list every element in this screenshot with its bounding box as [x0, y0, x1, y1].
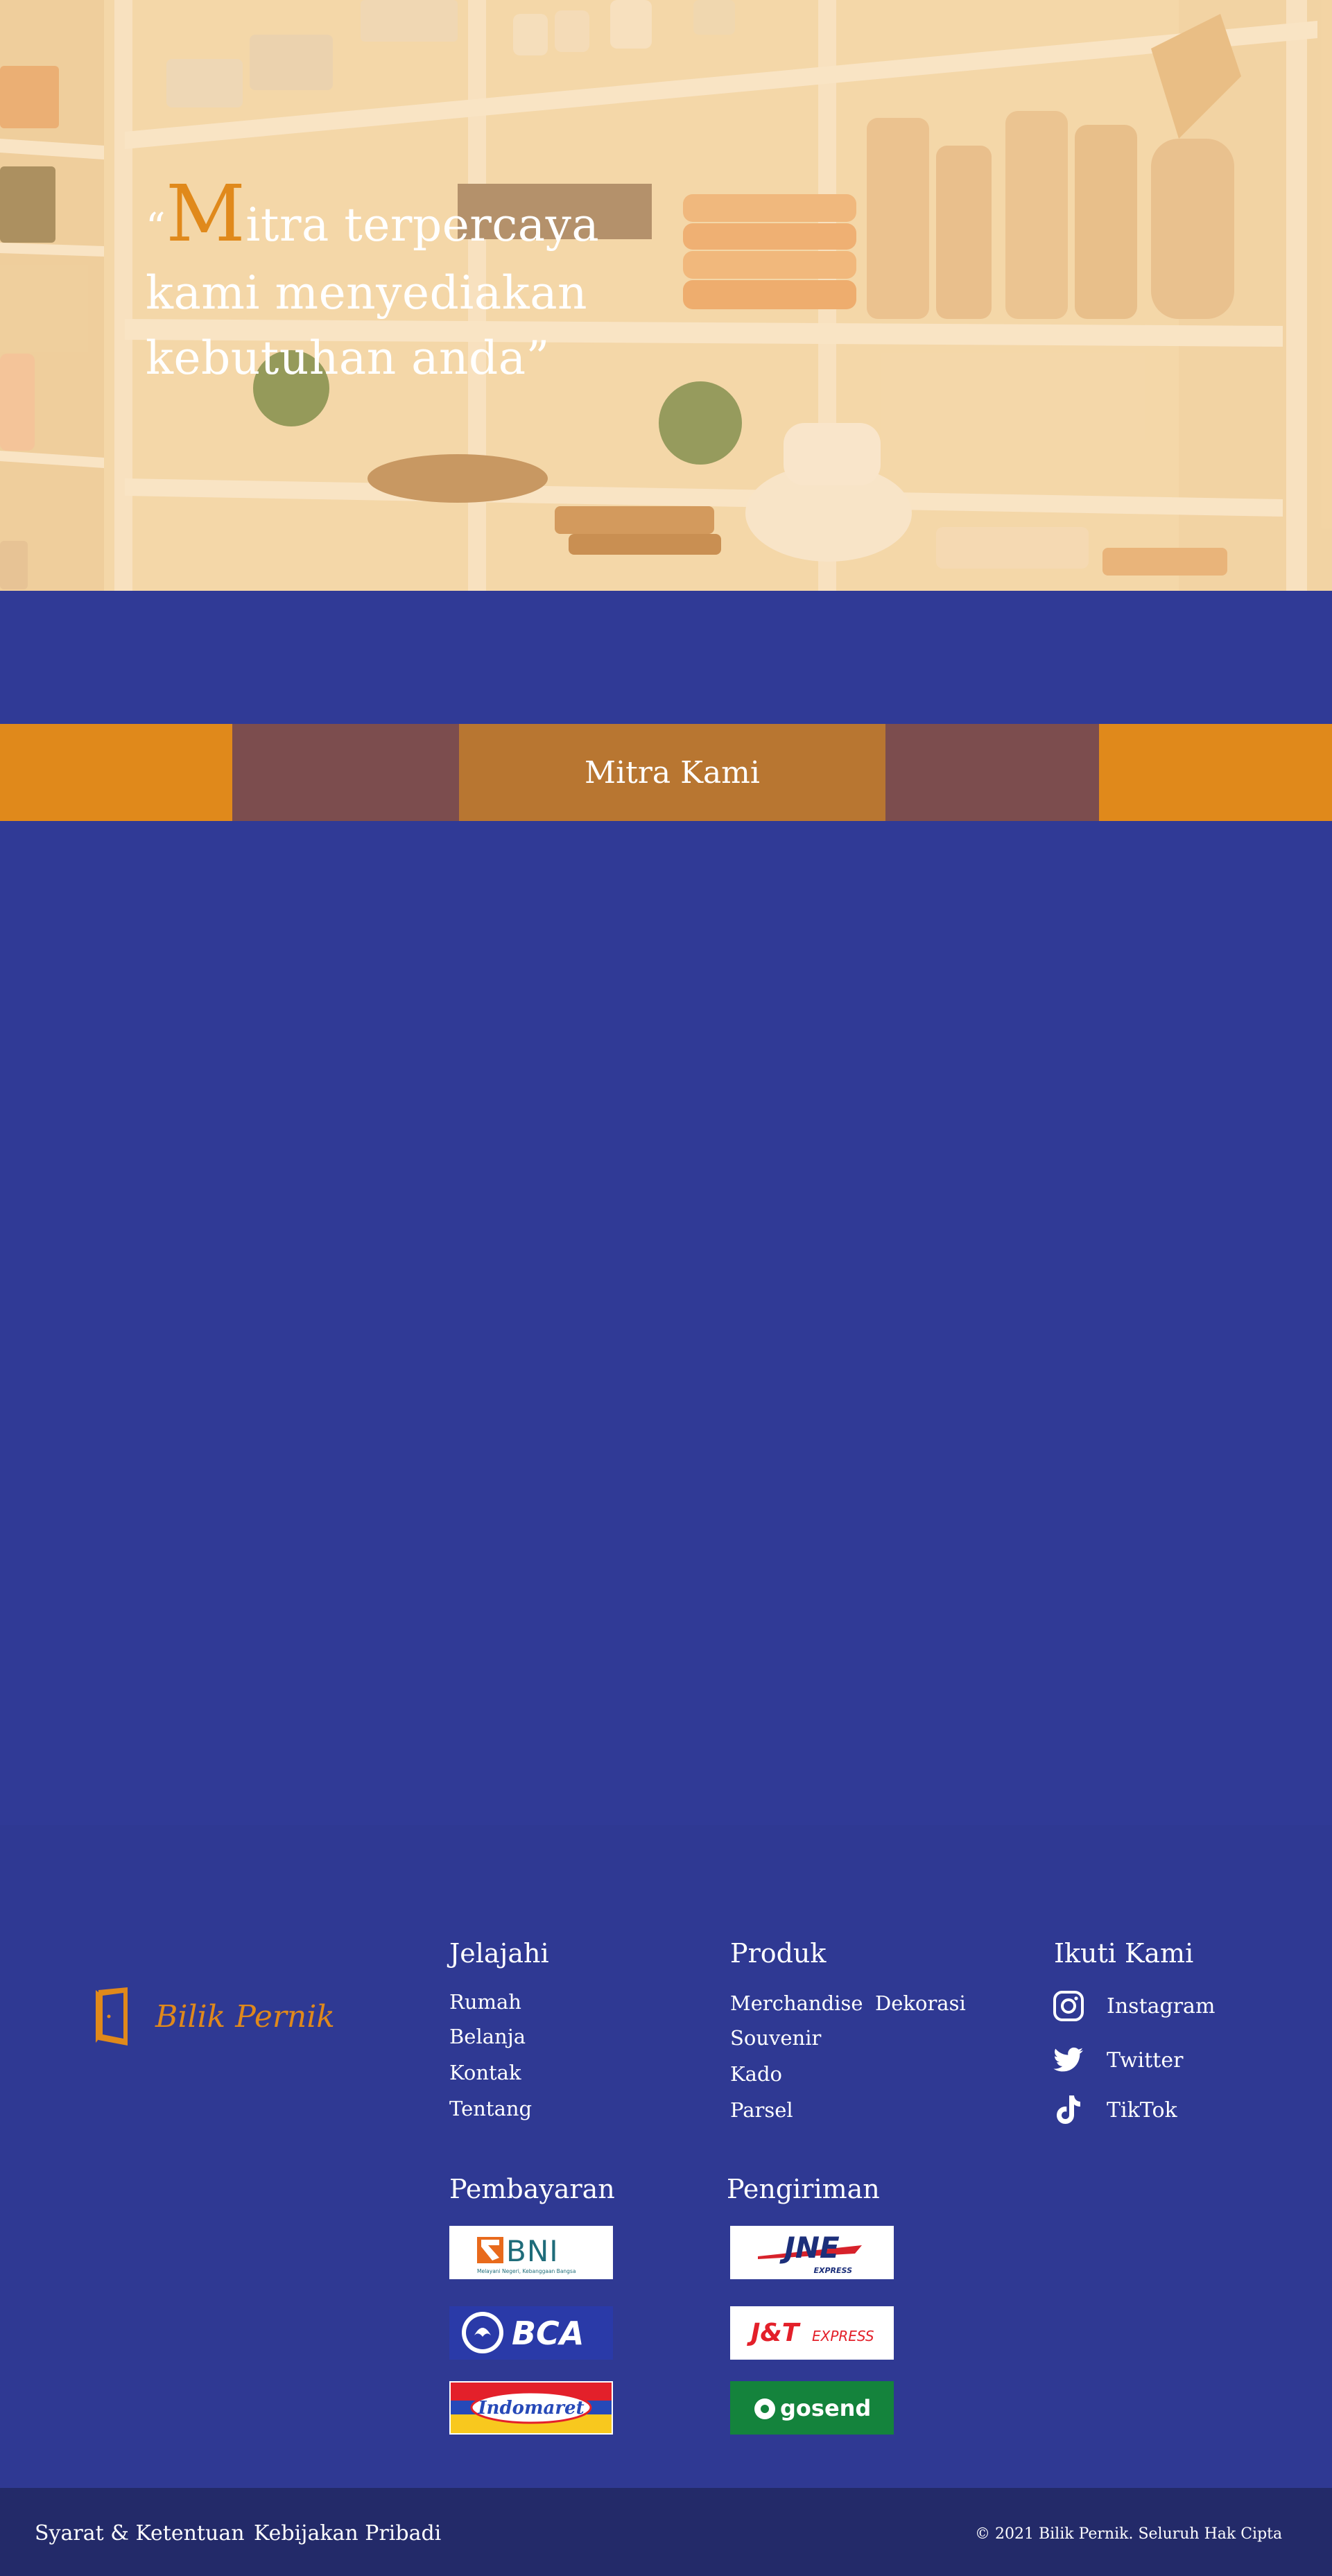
jne-logo-icon: JNE EXPRESS: [758, 2231, 862, 2275]
hero-quote: “Mitra terpercaya kami menyediakan kebut…: [146, 175, 631, 391]
footer: [0, 1825, 1332, 2488]
band-segment-brown-right: [885, 724, 1099, 821]
payment-title: Pembayaran: [449, 2174, 615, 2204]
explore-link-home[interactable]: Rumah: [449, 1990, 521, 2014]
products-title: Produk: [730, 1938, 827, 1969]
svg-text:BCA: BCA: [512, 2315, 584, 2352]
svg-text:JNE: JNE: [779, 2231, 840, 2265]
svg-text:EXPRESS: EXPRESS: [812, 2328, 874, 2344]
svg-text:BNI: BNI: [506, 2234, 559, 2268]
explore-title: Jelajahi: [449, 1938, 549, 1969]
social-twitter-label: Twitter: [1107, 2048, 1184, 2073]
bca-logo-icon: BCA: [455, 2309, 607, 2357]
jnt-logo-icon: J&T EXPRESS: [747, 2319, 874, 2347]
door-logo-icon: [96, 1987, 128, 2046]
partners-title: Mitra Kami: [459, 724, 885, 821]
tiktok-icon: [1057, 2095, 1080, 2124]
svg-text:gosend: gosend: [780, 2395, 871, 2421]
twitter-icon: [1053, 2047, 1083, 2072]
svg-text:Indomaret: Indomaret: [477, 2398, 584, 2419]
brand-name: Bilik Pernik: [155, 1998, 335, 2034]
follow-title: Ikuti Kami: [1054, 1938, 1194, 1969]
explore-link-about[interactable]: Tentang: [449, 2097, 532, 2120]
shipping-gosend-logo: gosend: [730, 2381, 894, 2435]
quote-line-3: kebutuhan anda”: [146, 331, 550, 385]
product-link-merchandise[interactable]: Merchandise: [730, 1991, 863, 2015]
quote-line-2: kami menyediakan: [146, 266, 588, 320]
quote-line-1: itra terpercaya: [245, 198, 600, 252]
quote-dropcap: M: [166, 169, 246, 259]
svg-text:EXPRESS: EXPRESS: [814, 2266, 853, 2275]
brand-logo[interactable]: Bilik Pernik: [96, 1987, 335, 2046]
product-link-parcel[interactable]: Parsel: [730, 2098, 793, 2122]
product-link-souvenir[interactable]: Souvenir: [730, 2026, 821, 2050]
payment-indomaret-logo: Indomaret: [449, 2381, 613, 2435]
shipping-jnt-logo: J&T EXPRESS: [730, 2306, 894, 2360]
band-segment-orange-right: [1099, 724, 1332, 821]
indomaret-logo-icon: Indomaret: [449, 2381, 613, 2435]
bni-logo-icon: BNI Melayani Negeri, Kebanggaan Bangsa: [477, 2234, 576, 2274]
copyright-text: © 2021 Bilik Pernik. Seluruh Hak Cipta: [975, 2525, 1283, 2543]
social-instagram[interactable]: Instagram: [1053, 1990, 1215, 2022]
payment-bni-logo: BNI Melayani Negeri, Kebanggaan Bangsa: [449, 2226, 613, 2279]
band-segment-brown-left: [232, 724, 459, 821]
hero-banner: “Mitra terpercaya kami menyediakan kebut…: [0, 0, 1332, 591]
product-link-decoration[interactable]: Dekorasi: [875, 1991, 966, 2015]
shipping-jne-logo: JNE EXPRESS: [730, 2226, 894, 2279]
privacy-link[interactable]: Kebijakan Pribadi: [254, 2521, 441, 2545]
social-instagram-label: Instagram: [1107, 1994, 1216, 2019]
social-twitter[interactable]: Twitter: [1053, 2044, 1183, 2076]
product-link-gift[interactable]: Kado: [730, 2062, 782, 2086]
explore-link-contact[interactable]: Kontak: [449, 2061, 521, 2084]
quote-open-mark: “: [146, 205, 166, 250]
social-tiktok-label: TikTok: [1107, 2098, 1177, 2123]
svg-text:Melayani Negeri, Kebanggaan Ba: Melayani Negeri, Kebanggaan Bangsa: [477, 2268, 576, 2274]
gosend-logo-icon: gosend: [754, 2395, 871, 2421]
instagram-icon: [1053, 1991, 1084, 2021]
explore-link-shop[interactable]: Belanja: [449, 2025, 526, 2048]
svg-text:J&T: J&T: [747, 2319, 801, 2347]
band-segment-orange-left: [0, 724, 232, 821]
payment-bca-logo: BCA: [449, 2306, 613, 2360]
shipping-title: Pengiriman: [727, 2174, 880, 2204]
terms-link[interactable]: Syarat & Ketentuan: [35, 2521, 245, 2545]
social-tiktok[interactable]: TikTok: [1053, 2094, 1177, 2126]
